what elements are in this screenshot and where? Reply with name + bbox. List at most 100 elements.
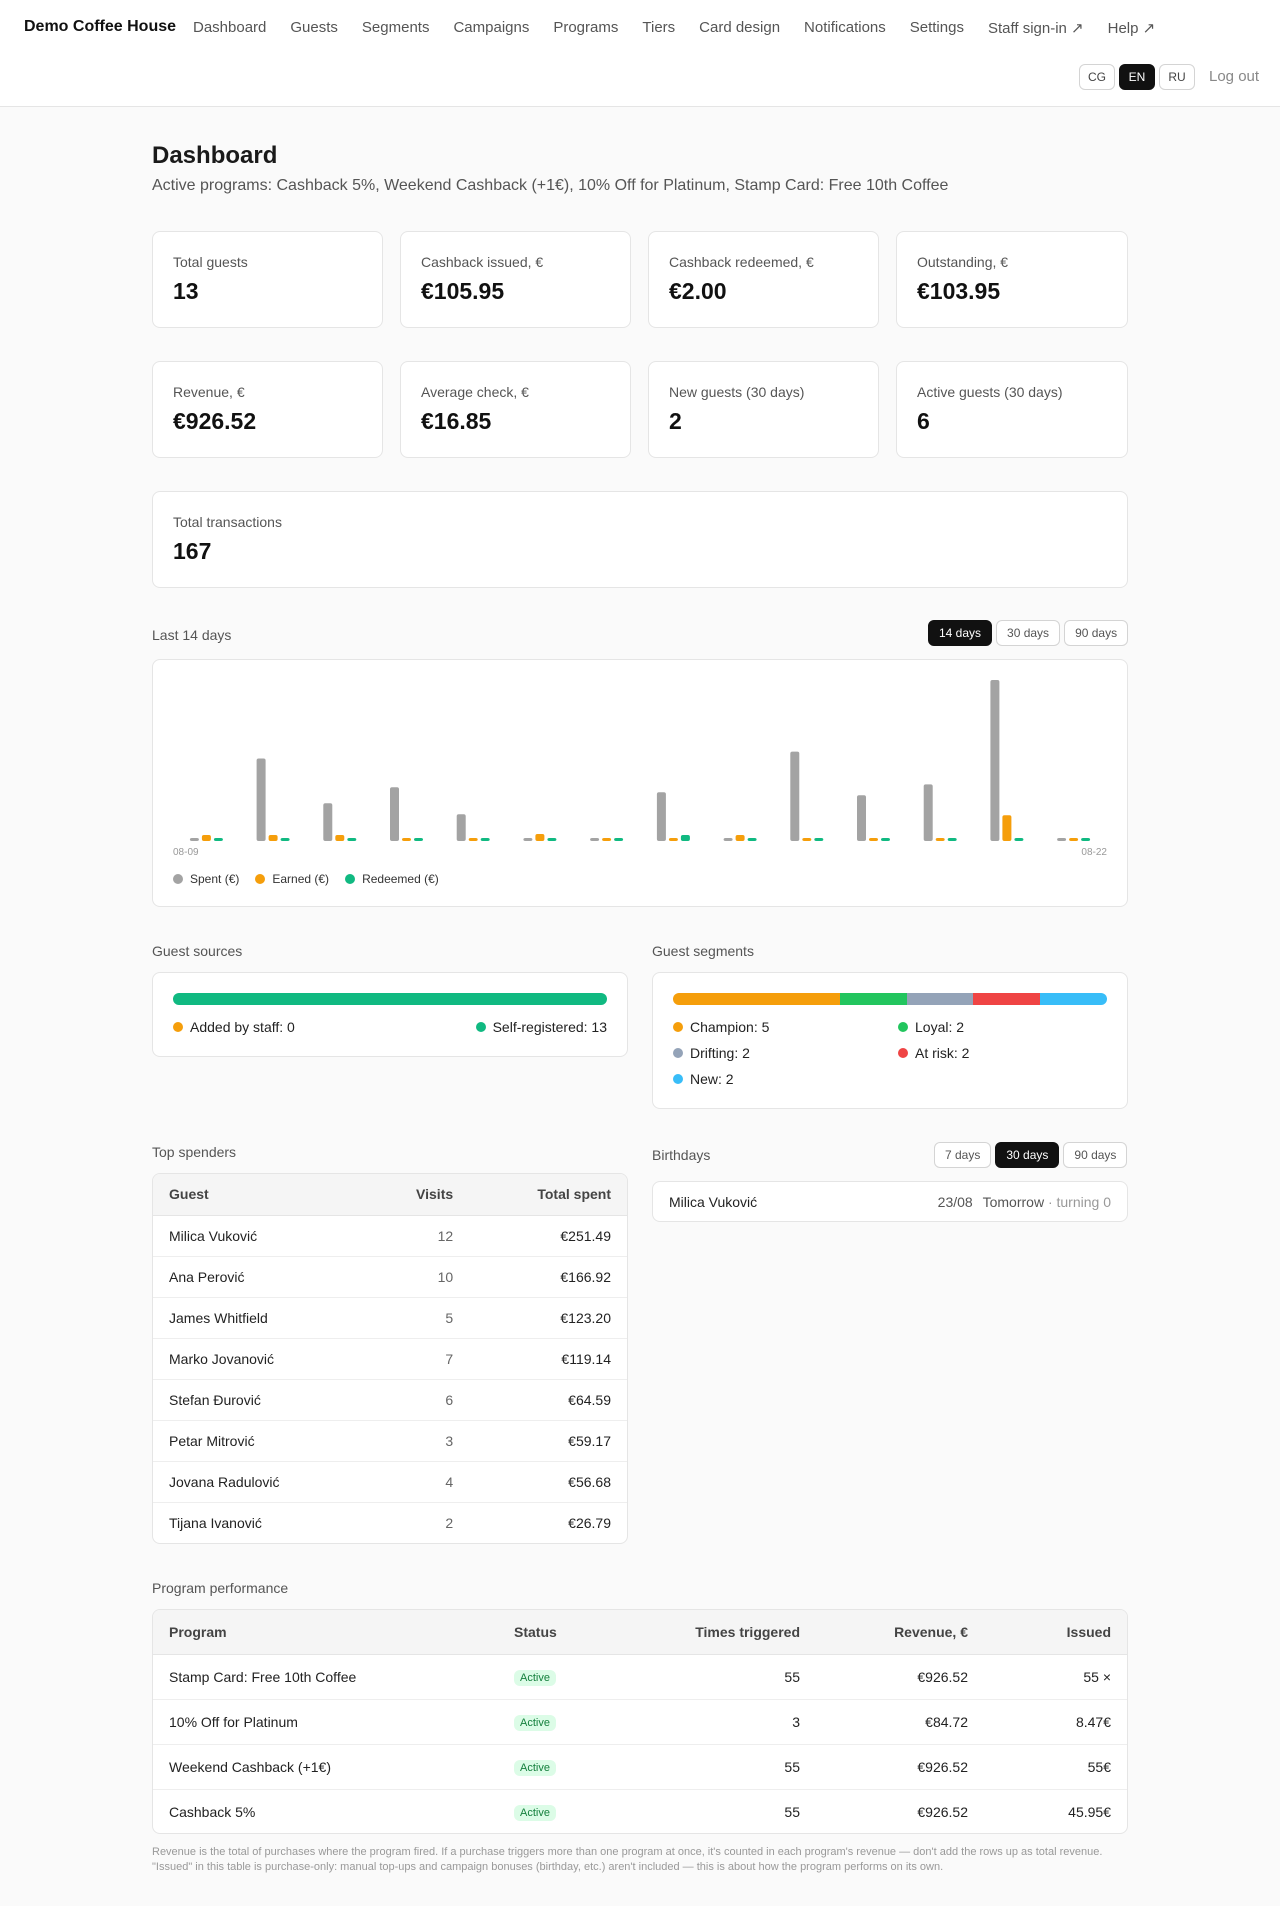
bar-earned-08-22[interactable]: [1069, 838, 1079, 841]
table-row[interactable]: Stamp Card: Free 10th Coffee Active 55 €926…: [153, 1654, 1127, 1700]
segment-drifting[interactable]: Drifting: 2: [673, 1045, 750, 1061]
bar-spent-08-20[interactable]: [923, 784, 933, 841]
table-row[interactable]: Ana Perović 10 €166.92: [153, 1256, 627, 1298]
bar-redeemed-08-11[interactable]: [347, 838, 357, 841]
birthday-list-item[interactable]: Milica Vuković 23/08 Tomorrow · turning …: [652, 1181, 1128, 1222]
bar-spent-08-09[interactable]: [189, 838, 199, 841]
stat-cashback-redeemed: Cashback redeemed, € €2.00: [648, 231, 879, 328]
range-90-days-button[interactable]: 90 days: [1064, 620, 1129, 646]
bar-redeemed-08-19[interactable]: [881, 838, 890, 841]
segment-champion[interactable]: Champion: 5: [673, 1019, 769, 1035]
nav-tiers[interactable]: Tiers: [642, 19, 675, 37]
nav-card-design[interactable]: Card design: [699, 19, 780, 37]
page-title: Dashboard: [152, 142, 278, 169]
table-row[interactable]: Milica Vuković 12 €251.49: [153, 1215, 627, 1257]
bar-earned-08-17[interactable]: [735, 835, 745, 841]
nav-programs[interactable]: Programs: [553, 19, 618, 37]
lang-cg-button[interactable]: CG: [1079, 64, 1115, 90]
bar-earned-08-16[interactable]: [668, 838, 678, 841]
bar-earned-08-10[interactable]: [268, 835, 278, 841]
bar-spent-08-18[interactable]: [790, 751, 800, 841]
table-row[interactable]: Jovana Radulović 4 €56.68: [153, 1461, 627, 1503]
source-label: Added by staff: 0: [190, 1019, 295, 1035]
range-14-days-button[interactable]: 14 days: [928, 620, 993, 646]
bar-redeemed-08-18[interactable]: [814, 838, 824, 841]
bar-spent-08-14[interactable]: [523, 838, 533, 841]
bar-earned-08-13[interactable]: [468, 838, 478, 841]
range-30-days-button[interactable]: 30 days: [996, 620, 1061, 646]
bar-earned-08-11[interactable]: [335, 835, 345, 841]
bar-redeemed-08-10[interactable]: [280, 838, 290, 841]
bar-redeemed-08-12[interactable]: [414, 838, 423, 841]
bar-redeemed-08-09[interactable]: [213, 838, 223, 841]
bar-earned-08-12[interactable]: [402, 838, 411, 841]
segment-label: Drifting: 2: [690, 1045, 750, 1061]
nav-notifications[interactable]: Notifications: [804, 19, 886, 37]
bar-redeemed-08-21[interactable]: [1014, 838, 1024, 841]
range-30-days-button[interactable]: 30 days: [995, 1142, 1060, 1168]
brand-name[interactable]: Demo Coffee House: [24, 18, 176, 36]
programs-footnote: Revenue is the total of purchases where …: [152, 1846, 1103, 1873]
bar-spent-08-10[interactable]: [256, 758, 266, 842]
bar-earned-08-15[interactable]: [602, 838, 612, 841]
bar-earned-08-19[interactable]: [869, 838, 878, 841]
birthday-date: 23/08: [937, 1194, 973, 1210]
bar-spent-08-12[interactable]: [390, 787, 399, 841]
nav-guests[interactable]: Guests: [290, 19, 338, 37]
bar-redeemed-08-14[interactable]: [547, 838, 557, 841]
logout-link[interactable]: Log out: [1209, 68, 1259, 85]
bar-redeemed-08-16[interactable]: [680, 835, 690, 841]
guest-visits: 10: [365, 1256, 470, 1298]
page-subtitle: Active programs: Cashback 5%, Weekend Ca…: [152, 177, 949, 194]
bar-earned-08-20[interactable]: [935, 838, 945, 841]
bar-spent-08-13[interactable]: [456, 814, 466, 841]
bar-spent-08-16[interactable]: [656, 792, 666, 841]
nav-staff-sign-in[interactable]: Staff sign-in ↗: [988, 19, 1084, 37]
birthdays-range-toggle: 7 days 30 days 90 days: [934, 1142, 1128, 1168]
bar-redeemed-08-13[interactable]: [480, 838, 490, 841]
x-tick-label-start: 08-09: [173, 847, 199, 858]
table-row[interactable]: Marko Jovanović 7 €119.14: [153, 1338, 627, 1380]
segment-loyal[interactable]: Loyal: 2: [898, 1019, 964, 1035]
col-status: Status: [498, 1610, 658, 1655]
table-row[interactable]: Tijana Ivanović 2 €26.79: [153, 1502, 627, 1543]
table-row[interactable]: Cashback 5% Active 55 €926.52 45.95€: [153, 1789, 1127, 1833]
bar-spent-08-11[interactable]: [323, 803, 333, 841]
bar-earned-08-21[interactable]: [1002, 815, 1012, 841]
lang-ru-button[interactable]: RU: [1159, 64, 1195, 90]
segment-swatch: [673, 1048, 683, 1058]
col-total-spent: Total spent: [469, 1174, 627, 1216]
range-90-days-button[interactable]: 90 days: [1063, 1142, 1128, 1168]
segment-at-risk[interactable]: At risk: 2: [898, 1045, 969, 1061]
guest-total: €64.59: [469, 1379, 627, 1421]
bar-spent-08-15[interactable]: [590, 838, 600, 841]
table-row[interactable]: Weekend Cashback (+1€) Active 55 €926.52 55€: [153, 1744, 1127, 1790]
nav-settings[interactable]: Settings: [910, 19, 964, 37]
source-swatch: [173, 1022, 183, 1032]
bar-spent-08-19[interactable]: [857, 795, 866, 841]
nav-campaigns[interactable]: Campaigns: [453, 19, 529, 37]
bar-redeemed-08-20[interactable]: [947, 838, 957, 841]
table-row[interactable]: James Whitfield 5 €123.20: [153, 1297, 627, 1339]
bar-earned-08-18[interactable]: [802, 838, 812, 841]
nav-help[interactable]: Help ↗: [1108, 19, 1156, 37]
stat-label: Revenue, €: [173, 384, 245, 400]
bar-redeemed-08-22[interactable]: [1081, 838, 1091, 841]
bar-spent-08-21[interactable]: [990, 680, 1000, 841]
bar-spent-08-17[interactable]: [723, 838, 733, 841]
program-issued: 55 ×: [984, 1654, 1127, 1700]
table-row[interactable]: Stefan Đurović 6 €64.59: [153, 1379, 627, 1421]
segment-swatch: [673, 1074, 683, 1084]
bar-earned-08-09[interactable]: [201, 835, 211, 841]
range-7-days-button[interactable]: 7 days: [934, 1142, 992, 1168]
table-row[interactable]: Petar Mitrović 3 €59.17: [153, 1420, 627, 1462]
bar-spent-08-22[interactable]: [1057, 838, 1067, 841]
table-row[interactable]: 10% Off for Platinum Active 3 €84.72 8.47€: [153, 1699, 1127, 1745]
bar-redeemed-08-15[interactable]: [614, 838, 624, 841]
segment-new[interactable]: New: 2: [673, 1071, 734, 1087]
bar-redeemed-08-17[interactable]: [747, 838, 757, 841]
bar-earned-08-14[interactable]: [535, 834, 545, 841]
lang-en-button[interactable]: EN: [1119, 64, 1155, 90]
nav-segments[interactable]: Segments: [362, 19, 430, 37]
nav-dashboard[interactable]: Dashboard: [193, 19, 266, 37]
